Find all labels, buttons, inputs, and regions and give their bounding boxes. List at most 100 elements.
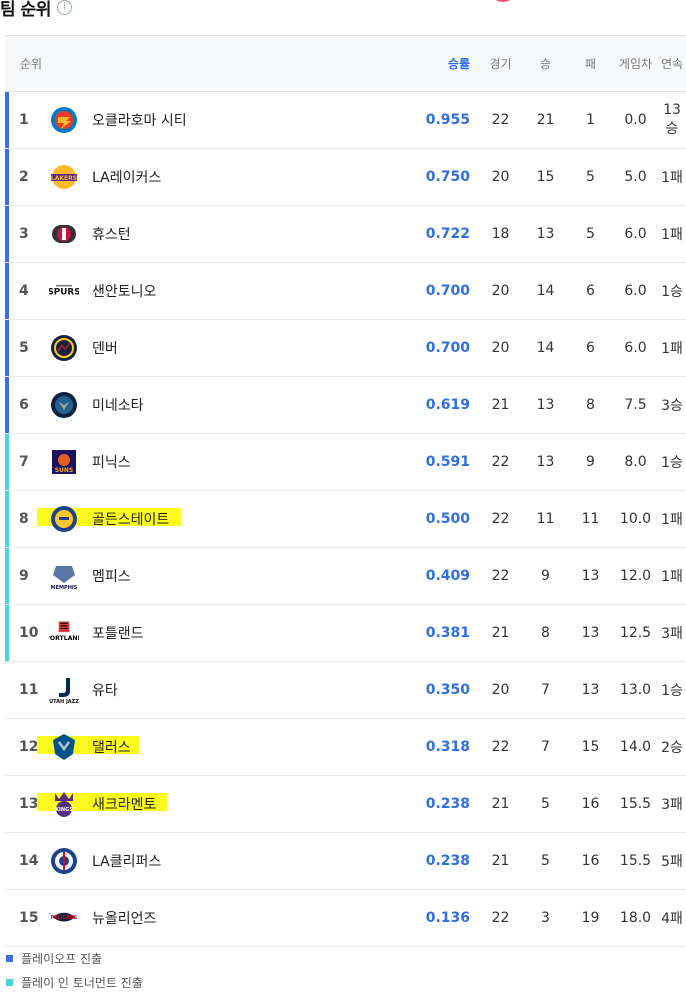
table-row[interactable]: 1 오클라호마 시티 0.955 22 21 1 0.0 13승 (5, 92, 686, 149)
team-name[interactable]: 휴스턴 (92, 224, 131, 244)
rank-cell: 6 (5, 377, 47, 434)
team-name[interactable]: 멤피스 (92, 566, 131, 586)
games-behind-cell: 15.5 (619, 853, 652, 869)
wins-cell: 5 (541, 853, 550, 869)
team-name[interactable]: 유타 (92, 680, 118, 700)
streak-cell: 3승 (661, 398, 683, 414)
table-row[interactable]: 3 휴스턴 0.722 18 13 5 6.0 1패 (5, 206, 686, 263)
team-cell[interactable]: 휴스턴 (47, 206, 387, 263)
mavericks-logo-icon (49, 732, 79, 762)
legend-label: 플레이 인 토너먼트 진출 (21, 976, 143, 990)
team-cell[interactable]: PELICANS 뉴올리언즈 (47, 890, 387, 947)
table-row[interactable]: 9 MEMPHIS 멤피스 0.409 22 9 13 12.0 1패 (5, 548, 686, 605)
table-row[interactable]: 2 LAKERS LA레이커스 0.750 20 15 5 5.0 1패 (5, 149, 686, 206)
streak-cell: 1패 (661, 569, 683, 585)
team-name[interactable]: 포틀랜드 (92, 623, 144, 643)
wins-cell: 14 (536, 283, 555, 299)
svg-text:PORTLAND: PORTLAND (49, 635, 79, 642)
table-row[interactable]: 13 KINGS 새크라멘토 0.238 21 5 16 15.5 3패 (5, 776, 686, 833)
svg-text:SPURS: SPURS (49, 288, 79, 298)
team-cell[interactable]: 골든스테이트 (37, 491, 387, 548)
streak-cell: 1패 (661, 227, 683, 243)
games-cell: 22 (491, 454, 510, 470)
table-row[interactable]: 8 골든스테이트 0.500 22 11 11 10.0 1패 (5, 491, 686, 548)
team-name[interactable]: 뉴올리언즈 (92, 908, 156, 928)
team-cell[interactable]: MEMPHIS 멤피스 (47, 548, 387, 605)
wins-cell: 13 (536, 226, 555, 242)
losses-cell: 15 (581, 739, 600, 755)
streak-cell: 5패 (661, 854, 683, 870)
page-title: 팀 순위 (0, 0, 51, 20)
team-cell[interactable]: KINGS 새크라멘토 (37, 776, 387, 833)
team-cell[interactable]: LA클리퍼스 (47, 833, 387, 890)
table-row[interactable]: 12 댈러스 0.318 22 7 15 14.0 2승 (5, 719, 686, 776)
table-row[interactable]: 5 덴버 0.700 20 14 6 6.0 1패 (5, 320, 686, 377)
table-row[interactable]: 15 PELICANS 뉴올리언즈 0.136 22 3 19 18.0 4패 (5, 890, 686, 947)
info-icon[interactable]: i (56, 0, 72, 15)
rank-cell: 2 (5, 149, 47, 206)
games-behind-cell: 12.0 (619, 568, 652, 584)
svg-text:KINGS: KINGS (55, 807, 73, 813)
table-row[interactable]: 6 미네소타 0.619 21 13 8 7.5 3승 (5, 377, 686, 434)
svg-text:SUNS: SUNS (55, 467, 74, 474)
team-name[interactable]: 피닉스 (92, 452, 131, 472)
rank-cell: 4 (5, 263, 47, 320)
win-pct-cell: 0.700 (425, 283, 470, 299)
streak-cell: 3패 (661, 797, 683, 813)
rank-cell: 11 (19, 682, 39, 698)
pelicans-logo-icon: PELICANS (49, 903, 79, 933)
team-cell[interactable]: UTAH JAZZ 유타 (47, 662, 387, 719)
win-pct-cell: 0.591 (425, 454, 470, 470)
lakers-logo-icon: LAKERS (49, 162, 79, 192)
streak-cell: 1패 (661, 341, 683, 357)
table-row[interactable]: 11 UTAH JAZZ 유타 0.350 20 7 13 13.0 1승 (5, 662, 686, 719)
wins-cell: 8 (541, 625, 550, 641)
team-name[interactable]: 골든스테이트 (92, 509, 169, 529)
header-win-pct[interactable]: 승률 (387, 36, 478, 92)
team-cell[interactable]: 덴버 (47, 320, 387, 377)
streak-cell: 1패 (661, 170, 683, 186)
streak-cell: 1승 (661, 284, 683, 300)
legend-item: 플레이오프 진출 (6, 950, 102, 967)
team-name[interactable]: LA클리퍼스 (92, 851, 161, 871)
nuggets-logo-icon (49, 333, 79, 363)
team-name[interactable]: LA레이커스 (92, 167, 161, 187)
team-cell[interactable]: 오클라호마 시티 (47, 92, 387, 149)
rank-cell: 3 (5, 206, 47, 263)
games-cell: 20 (491, 283, 510, 299)
page-title-bar: 팀 순위 i (0, 0, 72, 20)
table-row[interactable]: 14 LA클리퍼스 0.238 21 5 16 15.5 5패 (5, 833, 686, 890)
header-streak[interactable]: 연속 (658, 36, 686, 92)
games-cell: 22 (491, 112, 510, 128)
team-name[interactable]: 샌안토니오 (92, 281, 156, 301)
team-name[interactable]: 댈러스 (92, 737, 131, 757)
team-name[interactable]: 미네소타 (92, 395, 144, 415)
rank-cell: 7 (5, 434, 47, 491)
svg-text:UTAH JAZZ: UTAH JAZZ (49, 699, 79, 705)
wins-cell: 21 (536, 112, 555, 128)
team-cell[interactable]: PORTLAND 포틀랜드 (47, 605, 387, 662)
header-wins[interactable]: 승 (523, 36, 568, 92)
table-row[interactable]: 7 SUNS 피닉스 0.591 22 13 9 8.0 1승 (5, 434, 686, 491)
table-row[interactable]: 10PORTLAND 포틀랜드 0.381 21 8 13 12.5 3패 (5, 605, 686, 662)
rank-cell: 15 (19, 910, 39, 926)
table-row[interactable]: 4 SPURS 샌안토니오 0.700 20 14 6 6.0 1승 (5, 263, 686, 320)
wins-cell: 15 (536, 169, 555, 185)
svg-text:PELICANS: PELICANS (51, 915, 78, 921)
team-name[interactable]: 새크라멘토 (92, 794, 156, 814)
win-pct-cell: 0.318 (425, 739, 470, 755)
games-behind-cell: 14.0 (619, 739, 652, 755)
team-cell[interactable]: 댈러스 (37, 719, 387, 776)
header-games-behind[interactable]: 게임차 (613, 36, 658, 92)
header-losses[interactable]: 패 (568, 36, 613, 92)
team-cell[interactable]: LAKERS LA레이커스 (47, 149, 387, 206)
team-name[interactable]: 덴버 (92, 338, 118, 358)
streak-cell: 1패 (661, 512, 683, 528)
team-cell[interactable]: SPURS 샌안토니오 (47, 263, 387, 320)
streak-cell: 13승 (663, 102, 681, 137)
win-pct-cell: 0.381 (425, 625, 470, 641)
team-name[interactable]: 오클라호마 시티 (92, 110, 187, 130)
header-games[interactable]: 경기 (478, 36, 523, 92)
team-cell[interactable]: SUNS 피닉스 (47, 434, 387, 491)
team-cell[interactable]: 미네소타 (47, 377, 387, 434)
